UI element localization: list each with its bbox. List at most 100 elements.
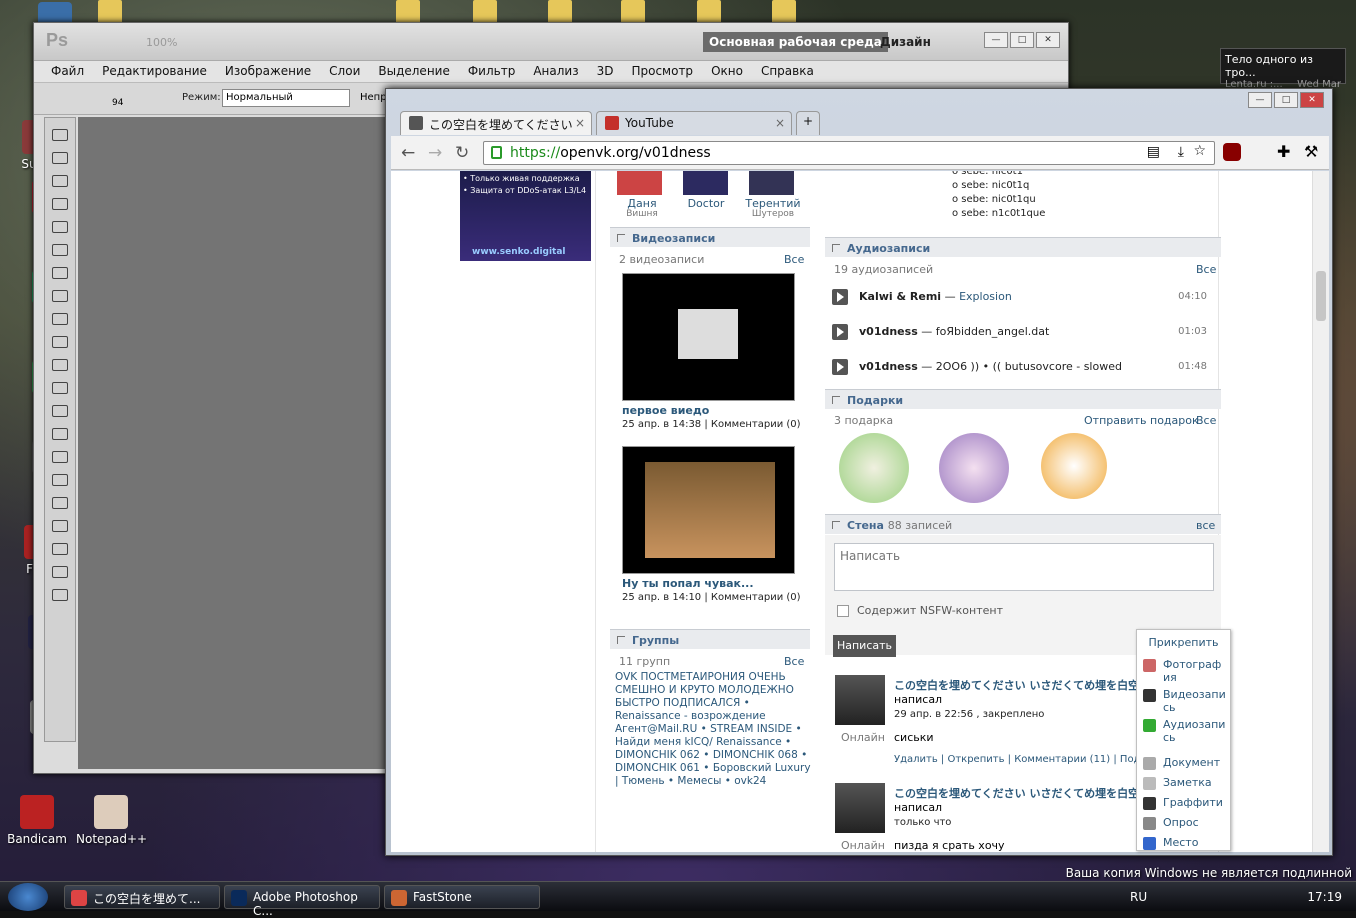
eyedropper-icon[interactable]: [52, 244, 68, 256]
friend-avatar[interactable]: [749, 171, 794, 195]
attach-item[interactable]: Фотография: [1143, 658, 1227, 684]
close-button[interactable]: ✕: [1300, 92, 1324, 108]
groups-all-link[interactable]: Все: [784, 655, 804, 668]
menu-item[interactable]: Изображение: [216, 61, 320, 82]
brush-tool-icon[interactable]: [52, 290, 68, 302]
play-icon[interactable]: [832, 324, 848, 340]
taskbar-chrome[interactable]: この空白を埋めて...: [64, 885, 220, 909]
gifts-all-link[interactable]: Все: [1196, 414, 1216, 427]
audio-all-link[interactable]: Все: [1196, 263, 1216, 276]
folder-icon[interactable]: [548, 0, 572, 22]
dodge-icon[interactable]: [52, 428, 68, 440]
menu-item[interactable]: Редактирование: [93, 61, 216, 82]
back-icon[interactable]: ←: [401, 143, 415, 163]
forward-icon[interactable]: →: [428, 143, 442, 163]
hand-tool-icon[interactable]: [52, 566, 68, 578]
video-title[interactable]: первое виедо: [622, 404, 709, 417]
download-icon[interactable]: ⤓: [1178, 144, 1184, 160]
settings-wrench-icon[interactable]: ⚒: [1304, 142, 1318, 161]
groups-header[interactable]: Группы: [610, 629, 810, 649]
video-thumbnail[interactable]: [622, 446, 795, 574]
move-tool-icon[interactable]: [52, 129, 68, 141]
menu-item[interactable]: Окно: [702, 61, 752, 82]
ublock-icon[interactable]: [1223, 143, 1241, 161]
zoom-level[interactable]: 100%: [146, 36, 177, 49]
play-icon[interactable]: [832, 359, 848, 375]
folder-icon[interactable]: [98, 0, 122, 22]
wall-header[interactable]: Стена 88 записей: [825, 514, 1221, 534]
close-tab-icon[interactable]: ×: [575, 116, 585, 130]
folder-icon[interactable]: [772, 0, 796, 22]
folder-icon[interactable]: [621, 0, 645, 22]
ad-banner[interactable]: • Только живая поддержка • Защита от DDo…: [460, 171, 591, 261]
shape-tool-icon[interactable]: [52, 520, 68, 532]
folder-icon[interactable]: [396, 0, 420, 22]
reader-icon[interactable]: ▤: [1147, 144, 1160, 160]
post-avatar[interactable]: [835, 675, 885, 725]
post-avatar[interactable]: [835, 783, 885, 833]
gift-image[interactable]: [839, 433, 909, 503]
attach-item[interactable]: Документ: [1143, 756, 1227, 770]
desktop-icon[interactable]: Notepad++: [76, 795, 147, 846]
menu-item[interactable]: Выделение: [369, 61, 458, 82]
attach-item[interactable]: Опрос: [1143, 816, 1227, 830]
3d-rotate-icon[interactable]: [52, 543, 68, 555]
healing-icon[interactable]: [52, 267, 68, 279]
nsfw-checkbox[interactable]: [837, 605, 849, 617]
history-brush-icon[interactable]: [52, 336, 68, 348]
page-scrollbar[interactable]: [1312, 171, 1329, 852]
design-workspace[interactable]: Дизайн: [880, 35, 931, 49]
maximize-button[interactable]: □: [1274, 92, 1298, 108]
new-tab-button[interactable]: +: [796, 111, 820, 135]
friend-avatar[interactable]: [617, 171, 662, 195]
maximize-button[interactable]: □: [1010, 32, 1034, 48]
news-gadget[interactable]: Тело одного из тро... Lenta.ru :... Wed …: [1220, 48, 1346, 90]
post-author[interactable]: この空白を埋めてください いさだくてめ埋を白空: [894, 677, 1139, 693]
gifts-header[interactable]: Подарки: [825, 389, 1221, 409]
language-indicator[interactable]: RU: [1130, 890, 1147, 904]
quick-select-icon[interactable]: [52, 198, 68, 210]
lasso-tool-icon[interactable]: [52, 175, 68, 187]
url-input[interactable]: https://openvk.org/v01dness ▤ ⤓ ☆: [483, 141, 1215, 165]
menu-item[interactable]: Просмотр: [622, 61, 702, 82]
attach-item[interactable]: Видеозапись: [1143, 688, 1227, 714]
video-thumbnail[interactable]: [622, 273, 795, 401]
menu-item[interactable]: Справка: [752, 61, 823, 82]
menu-item[interactable]: 3D: [588, 61, 623, 82]
video-title[interactable]: Ну ты попал чувак...: [622, 577, 754, 590]
menu-item[interactable]: Файл: [42, 61, 93, 82]
blur-icon[interactable]: [52, 405, 68, 417]
bookmark-star-icon[interactable]: ☆: [1193, 143, 1206, 159]
friend-avatar[interactable]: [683, 171, 728, 195]
folder-icon[interactable]: [473, 0, 497, 22]
tab-youtube[interactable]: YouTube ×: [596, 111, 792, 135]
start-button[interactable]: [8, 883, 48, 911]
minimize-button[interactable]: —: [1248, 92, 1272, 108]
mode-select[interactable]: Нормальный: [222, 89, 350, 107]
pen-tool-icon[interactable]: [52, 451, 68, 463]
post-actions[interactable]: Удалить | Открепить | Комментарии (11) |…: [894, 754, 1153, 765]
marquee-tool-icon[interactable]: [52, 152, 68, 164]
audio-track[interactable]: v01dness — foЯbidden_angel.dat: [859, 325, 1049, 338]
friend-name[interactable]: Doctor: [681, 197, 731, 210]
taskbar-photoshop[interactable]: Adobe Photoshop C...: [224, 885, 380, 918]
attach-item[interactable]: Граффити: [1143, 796, 1227, 810]
desktop-icon[interactable]: Bandicam: [2, 795, 72, 846]
audio-track[interactable]: v01dness — 2OO6 )) • (( butusovcore - sl…: [859, 360, 1122, 373]
menu-item[interactable]: Анализ: [524, 61, 587, 82]
videos-header[interactable]: Видеозаписи: [610, 227, 810, 247]
taskbar-faststone[interactable]: FastStone: [384, 885, 540, 909]
canvas-area[interactable]: [78, 117, 428, 769]
send-gift-link[interactable]: Отправить подарок: [1084, 414, 1199, 427]
clock[interactable]: 17:19: [1307, 890, 1342, 904]
reload-icon[interactable]: ↻: [455, 143, 469, 163]
brush-size[interactable]: 94: [112, 98, 123, 108]
eraser-icon[interactable]: [52, 359, 68, 371]
menu-item[interactable]: Фильтр: [459, 61, 524, 82]
menu-item[interactable]: Слои: [320, 61, 369, 82]
extensions-icon[interactable]: ✚: [1277, 142, 1290, 161]
stamp-tool-icon[interactable]: [52, 313, 68, 325]
audio-track[interactable]: Kalwi & Remi — Explosion: [859, 290, 1012, 303]
post-author[interactable]: この空白を埋めてください いさだくてめ埋を白空: [894, 785, 1139, 801]
close-tab-icon[interactable]: ×: [775, 116, 785, 130]
